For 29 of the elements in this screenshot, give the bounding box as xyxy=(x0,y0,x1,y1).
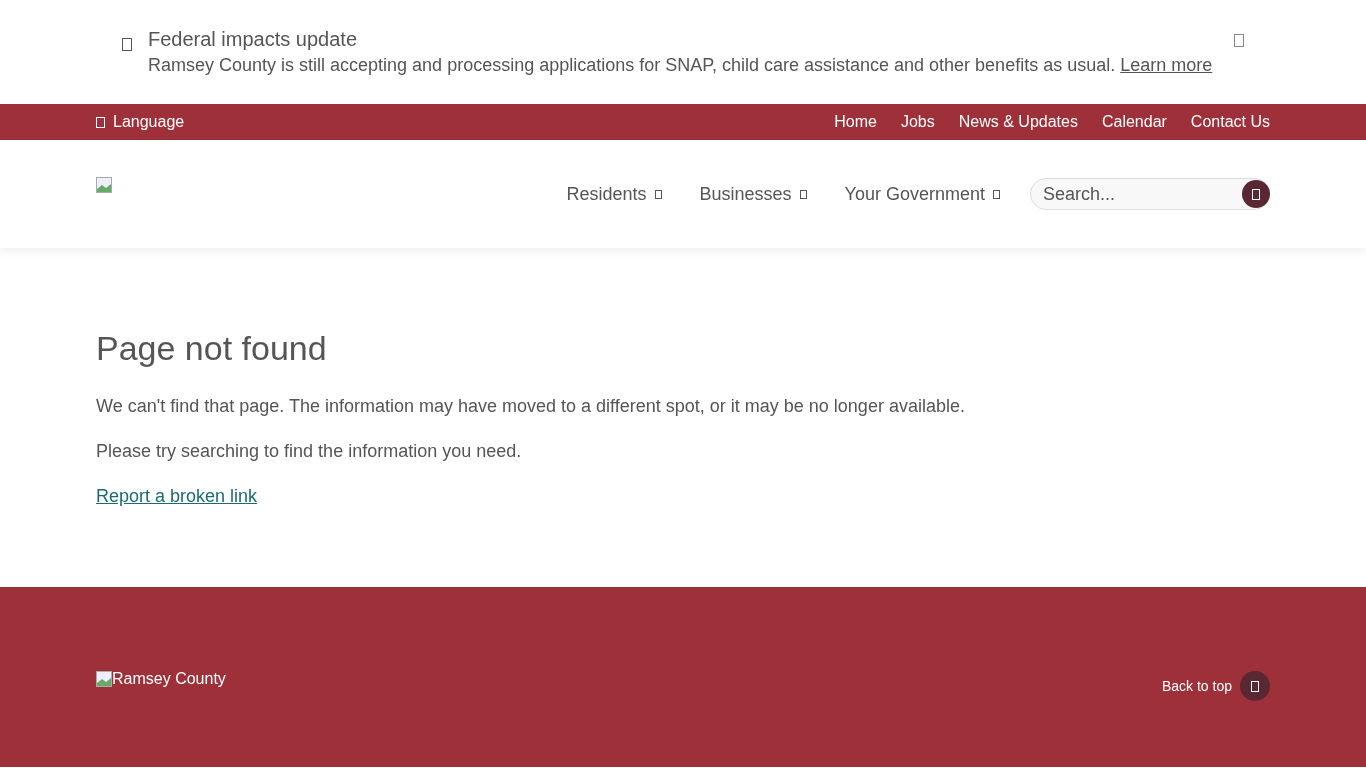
utility-link[interactable]: Jobs xyxy=(900,110,935,134)
alert-title: Federal impacts update xyxy=(148,27,358,52)
page-heading: Page not found xyxy=(96,328,328,369)
paragraph: Please try searching to find the information you need. xyxy=(96,439,523,463)
search-button[interactable] xyxy=(1242,180,1270,208)
nav-menu-item[interactable]: Businesses xyxy=(699,180,807,208)
square-icon xyxy=(122,38,132,52)
utility-link[interactable]: Contact Us xyxy=(1190,110,1270,134)
utility-link[interactable]: Calendar xyxy=(1101,110,1167,134)
language-button[interactable]: Language xyxy=(96,110,185,134)
utility-link[interactable]: News & Updates xyxy=(958,110,1078,134)
square-icon xyxy=(1251,680,1259,692)
square-icon xyxy=(799,189,807,199)
learn-more-link[interactable]: Learn more xyxy=(1120,55,1213,75)
square-icon xyxy=(1234,34,1244,48)
report-link[interactable]: Report a broken link xyxy=(96,485,258,506)
broken-image-icon xyxy=(96,176,112,193)
paragraph: We can't find that page. The information may have moved to a different spot, or it may be no longer available. xyxy=(96,394,966,418)
nav-menu-item[interactable]: Residents xyxy=(566,180,662,208)
footer-logo[interactable]: Ramsey County xyxy=(96,667,226,691)
square-icon xyxy=(1252,188,1260,200)
square-icon xyxy=(654,189,662,199)
back-to-top-link[interactable]: Back to top xyxy=(1161,671,1270,701)
utility-link[interactable]: Home xyxy=(834,110,877,134)
nav-menu-item[interactable]: Your Government xyxy=(844,180,1000,208)
square-icon xyxy=(96,116,105,128)
square-icon xyxy=(993,189,1000,199)
alert-message: Ramsey County is still accepting and processing applications for SNAP, child care assistance and other benefits as usual. xyxy=(148,55,1116,75)
broken-image-icon xyxy=(96,671,112,687)
